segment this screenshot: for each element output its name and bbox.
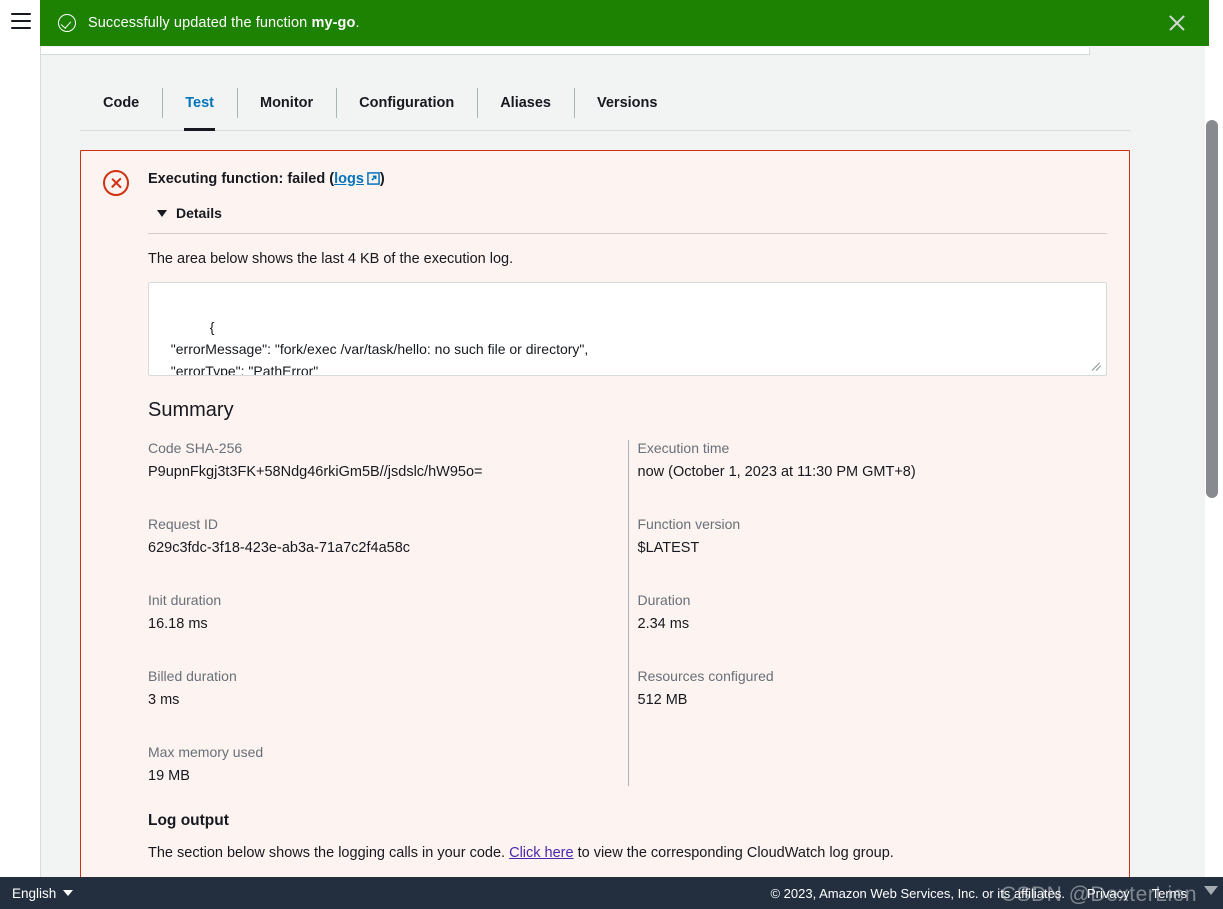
alert-header: Executing function: failed (logs) Detail… [103,169,1107,909]
field-request-id: Request ID 629c3fdc-3f18-423e-ab3a-71a7c… [148,514,598,558]
execution-output-box[interactable]: { "errorMessage": "fork/exec /var/task/h… [148,282,1107,376]
field-label: Max memory used [148,744,264,760]
details-label: Details [176,205,222,221]
execution-result-alert: Executing function: failed (logs) Detail… [80,150,1130,909]
language-selector[interactable]: English [12,885,74,901]
field-code-sha256: Code SHA-256 P9upnFkgj3t3FK+58Ndg46rkiGm… [148,438,598,482]
execution-output-text: { "errorMessage": "fork/exec /var/task/h… [170,319,589,376]
copyright-text: © 2023, Amazon Web Services, Inc. or its… [770,885,1065,901]
alert-body: Executing function: failed (logs) Detail… [148,169,1107,909]
cloudwatch-link[interactable]: Click here [509,845,573,861]
execution-log-hint: The area below shows the last 4 KB of th… [148,251,514,267]
privacy-link[interactable]: Privacy [1087,886,1130,901]
field-init-duration: Init duration 16.18 ms [148,590,598,634]
log-intro-suffix: to view the corresponding CloudWatch log… [573,845,894,861]
field-duration: Duration 2.34 ms [638,590,1078,634]
alert-title-suffix: ) [379,171,385,187]
log-output-heading: Log output [148,812,229,829]
field-label: Duration [637,592,691,608]
caret-down-icon [63,890,74,896]
check-circle-icon [58,14,76,32]
success-flash-banner: Successfully updated the function my-go. [40,0,1209,46]
flash-message-prefix: Successfully updated the function [88,15,312,31]
resize-handle[interactable] [1090,359,1104,373]
partial-card-above-tabs [40,47,1090,55]
tab-versions[interactable]: Versions [574,76,680,130]
field-label: Resources configured [637,668,774,684]
error-circle-x-icon [103,170,129,196]
field-value: $LATEST [637,540,700,556]
field-value: 629c3fdc-3f18-423e-ab3a-71a7c2f4a58c [148,540,411,556]
tab-test[interactable]: Test [162,76,237,131]
field-value: 3 ms [148,692,180,708]
tab-configuration[interactable]: Configuration [336,76,477,130]
tab-bar: Code Test Monitor Configuration Aliases … [80,76,1130,131]
flash-message-suffix: . [355,15,360,31]
field-value: 2.34 ms [637,616,690,632]
field-function-version: Function version $LATEST [638,514,1078,558]
field-value: now (October 1, 2023 at 11:30 PM GMT+8) [637,464,916,480]
flash-function-name: my-go [311,15,356,31]
close-icon[interactable] [1165,11,1189,35]
tab-code-label: Code [103,95,140,111]
summary-column-divider [627,440,629,786]
language-label: English [12,885,57,901]
summary-right-column: Execution time now (October 1, 2023 at 1… [628,438,1108,792]
tab-configuration-label: Configuration [359,95,455,111]
field-label: Init duration [148,592,222,608]
field-value: 512 MB [637,692,688,708]
details-divider [148,233,1107,234]
field-value: 16.18 ms [148,616,208,632]
app-root: i Successfully updated the function my-g… [0,0,1223,909]
hamburger-menu-icon[interactable] [11,13,31,29]
summary-grid: Code SHA-256 P9upnFkgj3t3FK+58Ndg46rkiGm… [148,438,1107,792]
footer-bar: English © 2023, Amazon Web Services, Inc… [0,877,1223,909]
field-resources-configured: Resources configured 512 MB [638,666,1078,710]
field-value: 19 MB [148,768,190,784]
field-label: Billed duration [148,668,237,684]
summary-left-column: Code SHA-256 P9upnFkgj3t3FK+58Ndg46rkiGm… [148,438,628,792]
field-label: Request ID [148,516,219,532]
terms-link[interactable]: Terms [1152,886,1187,901]
details-toggle[interactable]: Details [157,205,1107,221]
footer-links: © 2023, Amazon Web Services, Inc. or its… [770,886,1187,901]
caret-down-icon [157,209,167,217]
summary-heading: Summary [148,399,234,421]
field-execution-time: Execution time now (October 1, 2023 at 1… [638,438,1078,482]
content-scrollbar-thumb[interactable] [1206,120,1218,498]
tab-test-label: Test [185,95,214,111]
tab-versions-label: Versions [597,95,658,111]
tab-monitor-label: Monitor [260,95,314,111]
field-label: Execution time [637,440,730,456]
left-rail [0,0,40,886]
field-label: Code SHA-256 [148,440,243,456]
scroll-down-arrow-icon[interactable] [1204,886,1218,895]
log-intro-prefix: The section below shows the logging call… [148,845,510,861]
tab-code[interactable]: Code [80,76,162,130]
field-label: Function version [637,516,741,532]
flash-message: Successfully updated the function my-go. [88,15,360,31]
external-link-icon[interactable] [367,171,380,185]
field-billed-duration: Billed duration 3 ms [148,666,598,710]
tab-aliases[interactable]: Aliases [477,76,574,130]
log-output-intro: The section below shows the logging call… [148,845,1107,861]
alert-title: Executing function: failed (logs) [148,169,1107,189]
logs-link[interactable]: logs [334,171,364,187]
field-max-memory-used: Max memory used 19 MB [148,742,598,786]
field-value: P9upnFkgj3t3FK+58Ndg46rkiGm5B//jsdslc/hW… [148,464,483,480]
alert-title-prefix: Executing function: failed ( [148,171,335,187]
tab-aliases-label: Aliases [500,95,551,111]
tab-monitor[interactable]: Monitor [237,76,336,130]
main-content: Code Test Monitor Configuration Aliases … [80,46,1130,909]
